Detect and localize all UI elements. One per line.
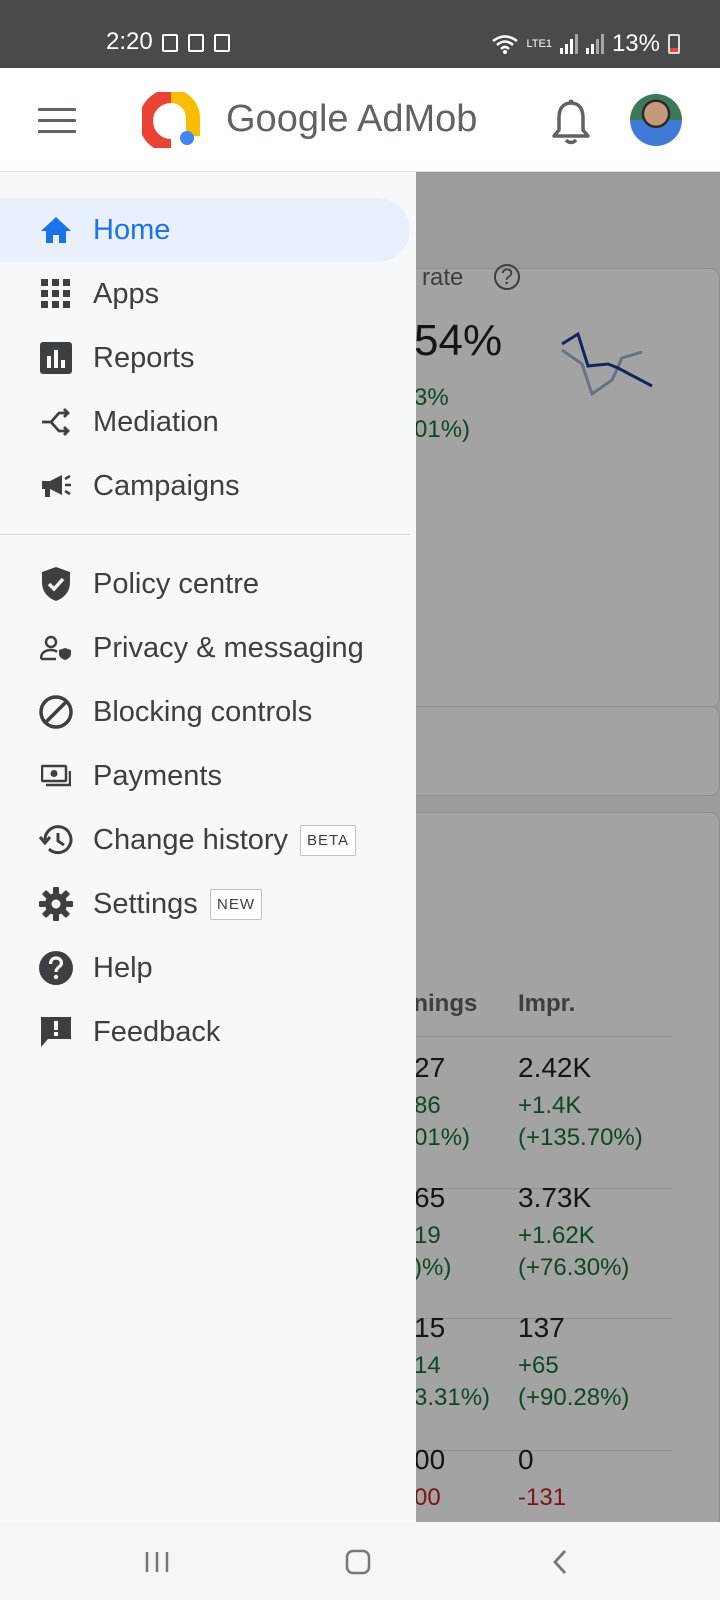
menu-icon[interactable] xyxy=(38,108,76,134)
apps-grid-icon xyxy=(36,274,76,314)
nav-label-campaigns: Campaigns xyxy=(93,469,240,502)
nav-label-payments: Payments xyxy=(93,759,222,792)
brand-product: AdMob xyxy=(357,98,478,140)
image-notification-icon xyxy=(214,34,230,52)
nav-label-reports: Reports xyxy=(93,341,195,374)
block-icon xyxy=(36,692,76,732)
nav-label-blocking-controls: Blocking controls xyxy=(93,695,313,728)
nav-item-mediation[interactable]: Mediation xyxy=(0,390,410,454)
notifications-bell-icon[interactable] xyxy=(550,98,592,146)
megaphone-icon xyxy=(36,466,76,506)
alert-notification-icon xyxy=(162,34,178,52)
beta-badge: BETA xyxy=(300,824,357,856)
nav-label-apps: Apps xyxy=(93,277,160,310)
drawer-divider xyxy=(0,534,410,535)
signal-icon-2 xyxy=(585,34,604,54)
network-type-label: LTE1 xyxy=(526,37,552,50)
shield-check-icon xyxy=(36,564,76,604)
home-icon xyxy=(36,210,76,250)
signal-icon xyxy=(559,34,578,54)
gear-icon xyxy=(36,884,76,924)
recent-apps-icon[interactable] xyxy=(144,1550,170,1574)
nav-label-help: Help xyxy=(93,951,153,984)
nav-item-privacy-messaging[interactable]: Privacy & messaging xyxy=(0,616,410,680)
nav-item-reports[interactable]: Reports xyxy=(0,326,410,390)
nav-item-settings[interactable]: Settings NEW xyxy=(0,872,410,936)
help-icon xyxy=(36,948,76,988)
wifi-icon xyxy=(492,35,519,54)
app-notification-icon xyxy=(188,34,204,52)
admob-logo xyxy=(142,92,200,148)
nav-item-policy-centre[interactable]: Policy centre xyxy=(0,552,410,616)
avatar[interactable] xyxy=(630,94,682,146)
system-nav-bar xyxy=(0,1522,720,1600)
home-button-icon[interactable] xyxy=(344,1548,372,1576)
app-title: Google AdMob xyxy=(226,98,477,141)
nav-item-apps[interactable]: Apps xyxy=(0,262,410,326)
app-bar: Google AdMob xyxy=(0,68,720,172)
nav-item-payments[interactable]: Payments xyxy=(0,744,410,808)
nav-item-blocking-controls[interactable]: Blocking controls xyxy=(0,680,410,744)
nav-label-settings: Settings xyxy=(93,887,198,920)
nav-label-feedback: Feedback xyxy=(93,1015,221,1048)
feedback-icon xyxy=(36,1012,76,1052)
mediation-icon xyxy=(36,402,76,442)
nav-label-home: Home xyxy=(93,213,171,246)
reports-chart-icon xyxy=(36,338,76,378)
battery-icon xyxy=(668,34,680,54)
nav-label-privacy-messaging: Privacy & messaging xyxy=(93,631,364,664)
nav-label-policy-centre: Policy centre xyxy=(93,567,260,600)
new-badge: NEW xyxy=(210,888,262,920)
nav-item-feedback[interactable]: Feedback xyxy=(0,1000,410,1064)
payments-icon xyxy=(36,756,76,796)
nav-item-help[interactable]: Help xyxy=(0,936,410,1000)
navigation-drawer: Home Apps Reports Mediation Campaigns Po… xyxy=(0,172,416,1522)
nav-label-change-history: Change history xyxy=(93,823,289,856)
brand-google: Google xyxy=(226,98,349,140)
history-icon xyxy=(36,820,76,860)
privacy-person-icon xyxy=(36,628,76,668)
nav-item-campaigns[interactable]: Campaigns xyxy=(0,454,410,518)
battery-percent: 13% xyxy=(611,30,660,57)
back-icon[interactable] xyxy=(550,1548,570,1576)
nav-item-home[interactable]: Home xyxy=(0,198,410,262)
status-time: 2:20 xyxy=(106,28,153,55)
nav-item-change-history[interactable]: Change history BETA xyxy=(0,808,410,872)
status-bar: 2:20 LTE1 13% xyxy=(0,0,720,68)
nav-label-mediation: Mediation xyxy=(93,405,219,438)
